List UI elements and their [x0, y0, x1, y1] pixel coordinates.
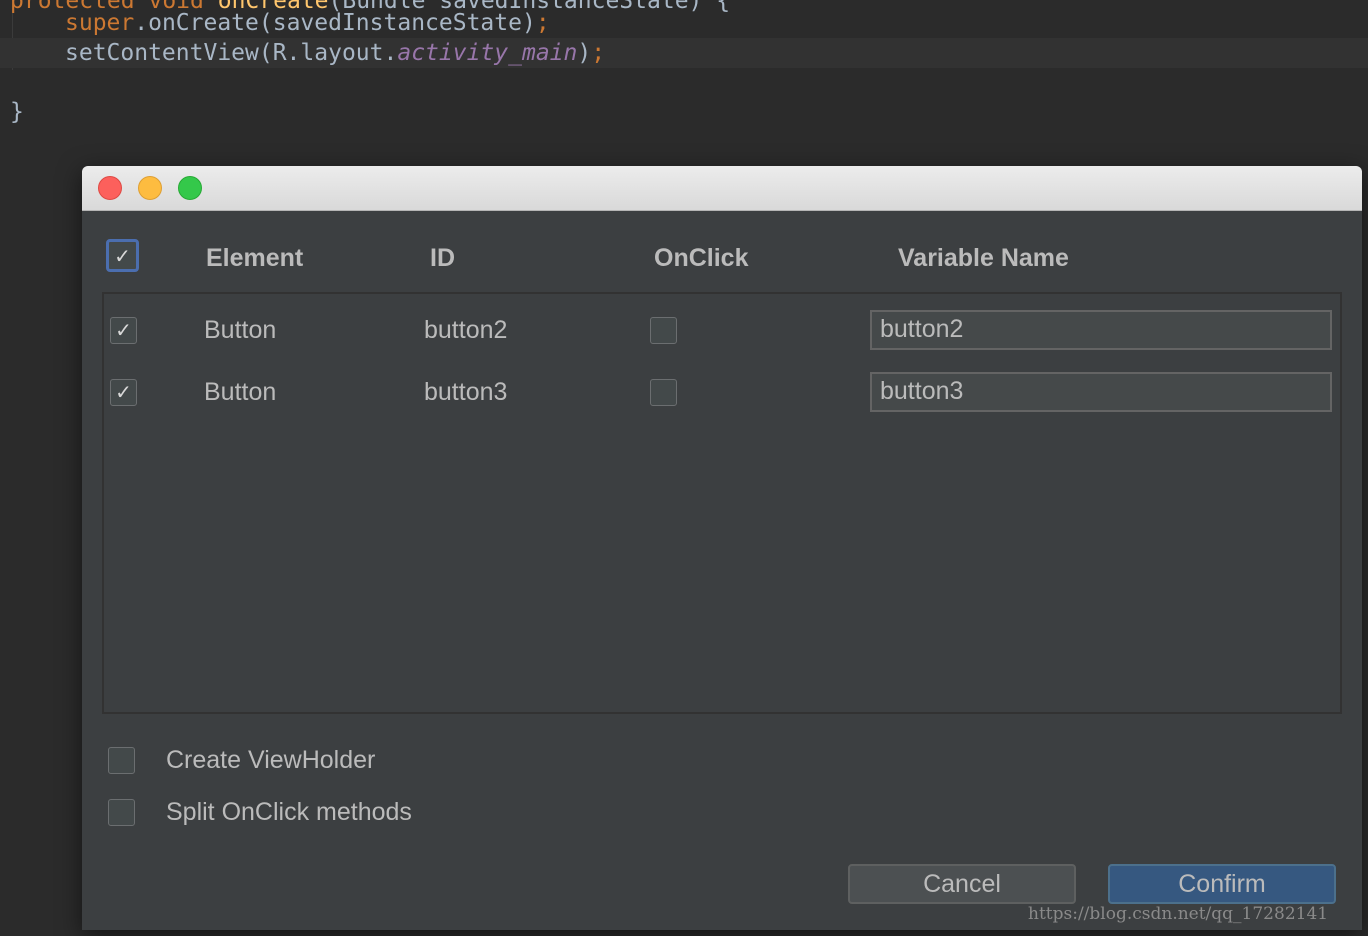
dialog-titlebar[interactable]: [82, 166, 1362, 211]
confirm-button[interactable]: Confirm: [1108, 864, 1336, 904]
header-element: Element: [206, 244, 304, 272]
variable-name-input[interactable]: button3: [870, 372, 1332, 412]
row-id: button2: [424, 316, 508, 344]
butterknife-dialog: ✓ Element ID OnClick Variable Name ✓ But…: [82, 166, 1362, 930]
code-field: activity_main: [397, 40, 578, 66]
code-line-1: super.onCreate(savedInstanceState);: [65, 8, 550, 38]
header-id: ID: [430, 244, 455, 272]
header-onclick: OnClick: [654, 244, 749, 272]
split-onclick-checkbox[interactable]: [108, 799, 135, 826]
watermark: https://blog.csdn.net/qq_17282141: [1028, 904, 1329, 924]
create-viewholder-checkbox[interactable]: [108, 747, 135, 774]
code-text: }: [10, 99, 24, 125]
cancel-button[interactable]: Cancel: [848, 864, 1076, 904]
variable-name-input[interactable]: button2: [870, 310, 1332, 350]
split-onclick-label: Split OnClick methods: [166, 798, 412, 826]
code-semicolon: ;: [535, 10, 550, 36]
row-onclick-checkbox[interactable]: [650, 379, 677, 406]
select-all-checkbox[interactable]: ✓: [106, 239, 139, 272]
code-text: setContentView(R.layout.: [65, 40, 398, 66]
row-id: button3: [424, 378, 508, 406]
code-line-2: setContentView(R.layout.activity_main);: [0, 38, 1368, 68]
row-checkbox[interactable]: ✓: [110, 379, 137, 406]
code-semicolon: ;: [591, 40, 606, 66]
create-viewholder-label: Create ViewHolder: [166, 746, 376, 774]
elements-table: ✓ Button button2 button2 ✓ Button button…: [102, 292, 1342, 714]
code-text: .onCreate(savedInstanceState): [134, 10, 536, 36]
close-window-button[interactable]: [98, 176, 122, 200]
maximize-window-button[interactable]: [178, 176, 202, 200]
header-variable-name: Variable Name: [898, 244, 1069, 272]
row-element: Button: [204, 316, 277, 344]
row-onclick-checkbox[interactable]: [650, 317, 677, 344]
code-line-3: }: [10, 97, 24, 127]
row-checkbox[interactable]: ✓: [110, 317, 137, 344]
row-element: Button: [204, 378, 277, 406]
minimize-window-button[interactable]: [138, 176, 162, 200]
code-text: ): [577, 40, 592, 66]
code-keyword: super: [65, 10, 135, 36]
